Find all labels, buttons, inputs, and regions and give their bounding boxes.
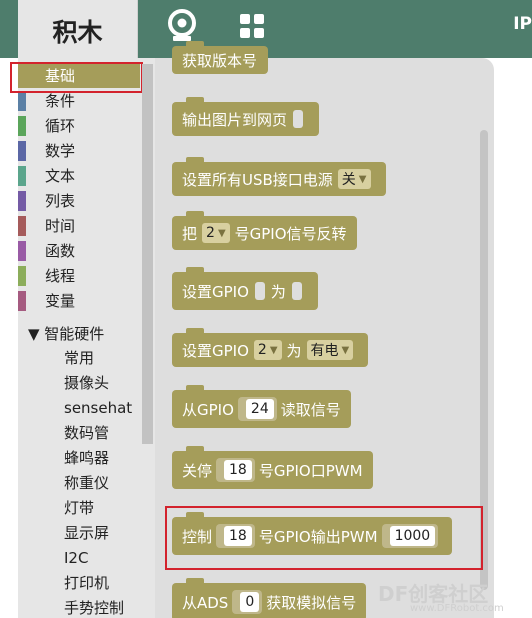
block-text: 号GPIO口PWM [258, 461, 363, 480]
block-invert-gpio[interactable]: 把 2 ▼ 号GPIO信号反转 [172, 211, 357, 250]
block-text: 输出图片到网页 [182, 110, 288, 129]
category-time[interactable]: 时间 [18, 214, 140, 238]
block-text: 把 [182, 224, 198, 243]
toolbox-scrollbar[interactable] [142, 64, 153, 444]
category-lists[interactable]: 列表 [18, 189, 140, 213]
gpio-number-field[interactable]: 24 [245, 399, 274, 419]
category-color-stripe [18, 141, 26, 161]
category-color-stripe [18, 116, 26, 136]
block-text: 获取模拟信号 [266, 593, 357, 612]
block-usb-power[interactable]: 设置所有USB接口电源 关 ▼ [172, 157, 386, 196]
category-loops[interactable]: 循环 [18, 114, 140, 138]
block-text: 号GPIO信号反转 [234, 224, 347, 243]
input-socket[interactable] [293, 110, 304, 128]
number-input-plug: 18 [216, 458, 255, 482]
selected-category-highlight [10, 62, 143, 93]
dropdown-arrow-icon: ▼ [269, 344, 278, 356]
blocks-tab-label: 积木 [52, 18, 103, 47]
dropdown-value: 2 [257, 342, 267, 358]
category-toolbox: 基础 条件 循环 数学 文本 列表 时间 函数 线程 变量 ▼ 智能硬件 常用 … [18, 58, 155, 618]
dropdown-arrow-icon: ▼ [217, 227, 226, 239]
gpio-number-dropdown[interactable]: 2 ▼ [202, 223, 230, 243]
block-text: 关停 [182, 461, 213, 480]
block-text: 设置GPIO [182, 282, 249, 301]
block-text: 设置GPIO [182, 341, 249, 360]
block-text: 设置所有USB接口电源 [182, 170, 333, 189]
category-threads[interactable]: 线程 [18, 264, 140, 288]
highlighted-block-outline [165, 506, 483, 570]
dropdown-value: 有电 [310, 343, 339, 359]
hardware-item-common[interactable]: 常用 [64, 346, 94, 370]
category-label: 线程 [45, 267, 76, 285]
block-stop-pwm[interactable]: 关停 18 号GPIO口PWM [172, 446, 373, 489]
block-get-version[interactable]: 获取版本号 [172, 41, 268, 74]
dropdown-value: 2 [206, 225, 215, 241]
block-text: 读取信号 [280, 400, 341, 419]
hardware-item-i2c[interactable]: I2C [64, 546, 88, 570]
watermark-logo: DF创客社区 www.DFRobot.com [378, 578, 504, 614]
block-read-gpio[interactable]: 从GPIO 24 读取信号 [172, 385, 351, 428]
block-set-gpio[interactable]: 设置GPIO 为 [172, 267, 318, 310]
category-color-stripe [18, 216, 26, 236]
number-input-plug: 24 [237, 397, 277, 421]
grid-icon[interactable] [234, 8, 270, 44]
hardware-item-display[interactable]: 显示屏 [64, 521, 109, 545]
category-functions[interactable]: 函数 [18, 239, 140, 263]
block-set-gpio-power[interactable]: 设置GPIO 2 ▼ 为 有电 ▼ [172, 328, 369, 367]
category-color-stripe [18, 166, 26, 186]
hardware-item-buzzer[interactable]: 蜂鸣器 [64, 446, 109, 470]
gpio-number-dropdown[interactable]: 2 ▼ [253, 340, 282, 360]
block-output-image[interactable]: 输出图片到网页 [172, 97, 320, 136]
hardware-item-gesture[interactable]: 手势控制 [64, 596, 124, 618]
gpio-state-dropdown[interactable]: 有电 ▼ [306, 340, 354, 360]
category-color-stripe [18, 91, 26, 111]
category-variables[interactable]: 变量 [18, 289, 140, 313]
category-label: 函数 [45, 242, 76, 260]
block-text: 为 [270, 282, 286, 301]
category-text[interactable]: 文本 [18, 164, 140, 188]
category-label: 列表 [45, 192, 76, 210]
input-socket[interactable] [254, 282, 265, 300]
category-label: 数学 [45, 142, 76, 160]
hardware-item-led-strip[interactable]: 灯带 [64, 496, 94, 520]
category-color-stripe [18, 241, 26, 261]
category-label: 时间 [45, 217, 76, 235]
hardware-item-digit-tube[interactable]: 数码管 [64, 421, 109, 445]
input-socket[interactable] [291, 282, 302, 300]
block-text: 为 [286, 341, 302, 360]
category-label: 循环 [45, 117, 76, 135]
block-text: 获取版本号 [182, 51, 258, 70]
dropdown-arrow-icon: ▼ [341, 344, 350, 356]
category-color-stripe [18, 266, 26, 286]
block-text: 从GPIO [182, 400, 234, 419]
blocks-tab[interactable]: 积木 [18, 0, 138, 62]
number-input-plug: 0 [232, 590, 263, 614]
webcam-icon[interactable] [164, 8, 200, 44]
hardware-item-sensehat[interactable]: sensehat [64, 396, 132, 420]
category-color-stripe [18, 191, 26, 211]
category-label: 文本 [45, 167, 76, 185]
dropdown-arrow-icon: ▼ [358, 173, 367, 185]
ads-channel-field[interactable]: 0 [240, 592, 260, 612]
app-window: 积木 IP 基础 条件 循环 数学 文本 列表 时间 函数 线程 变量 ▼ 智能… [0, 0, 532, 618]
category-math[interactable]: 数学 [18, 139, 140, 163]
block-read-ads[interactable]: 从ADS 0 获取模拟信号 [172, 578, 367, 618]
hardware-item-camera[interactable]: 摄像头 [64, 371, 109, 395]
ip-label: IP [513, 14, 532, 34]
category-color-stripe [18, 291, 26, 311]
hardware-group-toggle[interactable]: ▼ 智能硬件 [28, 322, 104, 346]
category-label: 变量 [45, 292, 76, 310]
gpio-number-field[interactable]: 18 [224, 460, 252, 480]
block-text: 从ADS [182, 593, 229, 612]
hardware-item-printer[interactable]: 打印机 [64, 571, 109, 595]
hardware-item-scale[interactable]: 称重仪 [64, 471, 109, 495]
dropdown-value: 关 [341, 172, 356, 188]
watermark-subtext: www.DFRobot.com [410, 603, 504, 614]
usb-power-dropdown[interactable]: 关 ▼ [337, 169, 371, 189]
